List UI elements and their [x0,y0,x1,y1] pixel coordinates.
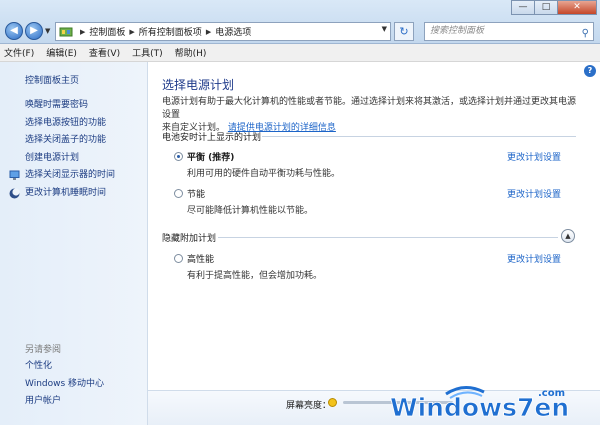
search-input[interactable]: 搜索控制面板 ⚲ [424,22,594,41]
plan-radio-power-saver[interactable] [174,189,183,198]
collapse-hidden-plans-button[interactable]: ▲ [561,229,575,243]
plan-desc-power-saver: 尽可能降低计算机性能以节能。 [187,206,314,216]
search-placeholder: 搜索控制面板 [430,26,485,36]
sidebar-item-label: 选择关闭显示器的时间 [25,170,116,180]
brightness-slider[interactable] [343,401,453,404]
breadcrumb-control-panel[interactable]: 控制面板 [89,25,125,38]
moon-icon [9,187,20,198]
plan-desc-balanced: 利用可用的硬件自动平衡功耗与性能。 [187,169,341,179]
breadcrumb-separator[interactable]: ▶ [206,28,211,36]
see-also-heading: 另请参阅 [25,345,62,355]
chevron-down-icon: ▼ [45,27,51,35]
see-also-user-accounts[interactable]: 用户帐户 [25,393,104,411]
minimize-button[interactable]: — [511,0,535,15]
address-bar[interactable]: ▶ 控制面板 ▶ 所有控制面板项 ▶ 电源选项 ▼ [55,22,391,41]
breadcrumb-all-items[interactable]: 所有控制面板项 [139,25,202,38]
description-text: 电源计划有助于最大化计算机的性能或者节能。通过选择计划来将其激活，或选择计划并通… [162,97,577,120]
menu-help[interactable]: 帮助(H) [175,46,207,59]
sun-icon [328,398,337,407]
page-title: 选择电源计划 [162,78,235,92]
sidebar-item-label: 更改计算机睡眠时间 [25,187,107,198]
section-divider [262,136,576,137]
see-also-personalization[interactable]: 个性化 [25,358,104,376]
change-plan-settings-balanced[interactable]: 更改计划设置 [507,150,561,163]
control-panel-home-link[interactable]: 控制面板主页 [25,73,79,86]
maximize-button[interactable]: □ [534,0,558,15]
monitor-icon [9,170,20,180]
title-bar: — □ ✕ ◀ ▶ ▼ ▶ 控制面板 ▶ 所有控制面板项 ▶ 电源选项 ▼ ↻ … [0,0,600,44]
refresh-button[interactable]: ↻ [394,22,414,41]
change-plan-settings-high-performance[interactable]: 更改计划设置 [507,252,561,265]
refresh-icon: ↻ [399,25,409,38]
menu-bar: 文件(F) 编辑(E) 查看(V) 工具(T) 帮助(H) [0,44,600,62]
section-divider [218,237,558,238]
plan-desc-high-performance: 有利于提高性能，但会增加功耗。 [187,271,323,281]
menu-file[interactable]: 文件(F) [4,46,34,59]
bottom-bar [148,390,600,425]
plan-radio-balanced[interactable] [174,152,183,161]
recent-pages-dropdown[interactable]: ▼ [45,27,50,35]
see-also-list: 个性化 Windows 移动中心 用户帐户 [25,358,104,411]
left-nav-pane: 控制面板主页 唤醒时需要密码 选择电源按钮的功能 选择关闭盖子的功能 创建电源计… [0,62,148,425]
search-icon[interactable]: ⚲ [582,25,589,42]
sidebar-task-list: 唤醒时需要密码 选择电源按钮的功能 选择关闭盖子的功能 创建电源计划 选择关闭显… [9,97,116,203]
sidebar-item-display-off[interactable]: 选择关闭显示器的时间 [9,167,116,185]
help-icon[interactable]: ? [584,65,596,77]
see-also-mobility-center[interactable]: Windows 移动中心 [25,376,104,394]
breadcrumb-power-options[interactable]: 电源选项 [215,25,251,38]
sidebar-item-create-plan[interactable]: 创建电源计划 [25,150,115,168]
breadcrumb-separator[interactable]: ▶ [129,28,134,36]
chevron-up-icon: ▲ [565,232,571,240]
plan-name-balanced[interactable]: 平衡 (推荐) [187,150,234,163]
sidebar-item-wake-password[interactable]: 唤醒时需要密码 [25,97,115,115]
forward-button[interactable]: ▶ [25,22,43,40]
plan-name-high-performance[interactable]: 高性能 [187,252,214,265]
change-plan-settings-power-saver[interactable]: 更改计划设置 [507,187,561,200]
plan-name-power-saver[interactable]: 节能 [187,187,205,200]
breadcrumb-separator: ▶ [80,27,86,36]
sidebar-item-sleep-time[interactable]: 更改计算机睡眠时间 [9,185,115,203]
menu-view[interactable]: 查看(V) [89,46,120,59]
sidebar-item-power-button[interactable]: 选择电源按钮的功能 [25,115,115,133]
section-hidden-plans[interactable]: 隐藏附加计划 [162,231,216,244]
window-controls: — □ ✕ [511,0,597,15]
menu-edit[interactable]: 编辑(E) [46,46,77,59]
arrow-left-icon: ◀ [10,25,18,36]
control-panel-icon [59,27,73,36]
address-dropdown[interactable]: ▼ [382,25,387,33]
menu-tools[interactable]: 工具(T) [132,46,163,59]
back-button[interactable]: ◀ [5,22,23,40]
sidebar-item-lid-close[interactable]: 选择关闭盖子的功能 [25,132,115,150]
arrow-right-icon: ▶ [30,25,38,36]
section-battery-plans: 电池安时计上显示的计划 [162,133,262,143]
brightness-label: 屏幕亮度： [286,401,332,411]
close-button[interactable]: ✕ [557,0,597,15]
plan-radio-high-performance[interactable] [174,254,183,263]
